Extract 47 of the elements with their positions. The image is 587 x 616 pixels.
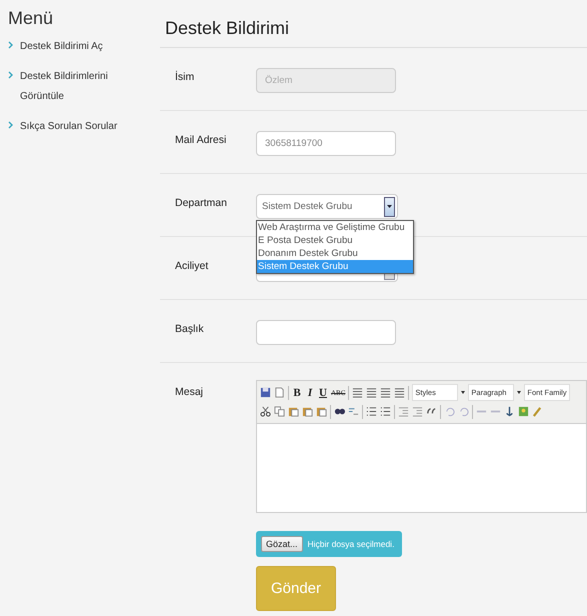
field-label: Aciliyet (175, 259, 210, 274)
input-field[interactable] (256, 320, 396, 345)
chevron-icon (8, 41, 13, 49)
anchor-icon[interactable] (504, 406, 515, 417)
dropdown-option[interactable]: Web Araştırma ve Geliştime Grubu (257, 221, 413, 234)
field-label: Başlık (175, 322, 205, 337)
binoculars-icon[interactable] (334, 406, 345, 417)
file-status: Hiçbir dosya seçilmedi. (308, 539, 394, 549)
field-label: Mail Adresi (175, 133, 228, 148)
numbered-list-icon[interactable] (380, 406, 391, 417)
page-title: Destek Bildirimi (160, 0, 587, 48)
new-document-icon[interactable] (274, 387, 285, 398)
chevron-icon (8, 71, 13, 79)
outdent-icon[interactable] (398, 406, 409, 417)
file-input[interactable]: Gözat... Hiçbir dosya seçilmedi. (256, 531, 402, 557)
dropdown-option[interactable]: E Posta Destek Grubu (257, 234, 413, 247)
paste-text-icon[interactable] (302, 406, 313, 417)
field-label: İsim (175, 70, 196, 85)
caret-icon[interactable] (517, 391, 522, 394)
format-button[interactable]: I (305, 386, 315, 398)
undo-icon[interactable] (444, 406, 455, 417)
field-label: Mesaj (175, 385, 204, 400)
cleanup-icon[interactable] (532, 406, 543, 417)
sidebar-link[interactable]: Sıkça Sorulan Sorular (20, 117, 118, 137)
scissors-icon[interactable] (260, 406, 271, 417)
selected-value: Sistem Destek Grubu (262, 201, 352, 212)
dropdown-field[interactable]: Sistem Destek Grubu (256, 194, 398, 219)
save-icon[interactable] (260, 387, 271, 398)
bullet-list-icon[interactable] (366, 406, 377, 417)
format-button[interactable]: B (292, 386, 302, 398)
field-label: Departman (175, 196, 228, 211)
align-left-icon[interactable] (352, 387, 364, 398)
format-button[interactable]: U (318, 386, 328, 398)
paste-icon[interactable] (288, 406, 299, 417)
sidebar-link[interactable]: Destek Bildirimi Aç (20, 37, 103, 57)
menu-title: Menü (8, 8, 54, 29)
browse-button[interactable]: Gözat... (261, 536, 303, 552)
chevron-icon (8, 121, 13, 129)
redo-icon[interactable] (458, 406, 469, 417)
dropdown-option[interactable]: Donanım Destek Grubu (257, 247, 413, 260)
align-right-icon[interactable] (380, 387, 392, 398)
sidebar-link[interactable]: Destek Bildirimlerini Görüntüle (20, 67, 150, 107)
paste-word-icon[interactable] (316, 406, 327, 417)
align-center-icon[interactable] (366, 387, 378, 398)
justify-icon[interactable] (394, 387, 406, 398)
input-field[interactable]: 30658119700 (256, 131, 396, 156)
caret-icon[interactable] (461, 391, 466, 394)
